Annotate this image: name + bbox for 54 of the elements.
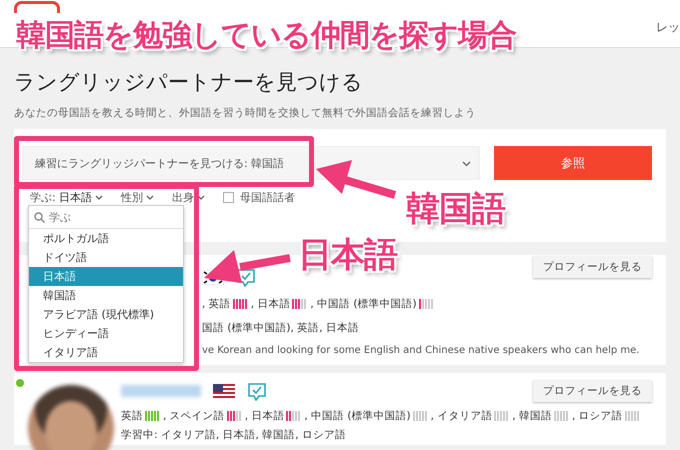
- language-name: , 日本語: [250, 297, 290, 311]
- profile-intro: ve Korean and looking for some English and Chinese native speakers who can help me.: [202, 345, 640, 356]
- browse-button[interactable]: 参照: [494, 146, 652, 180]
- language-name: , 中国語 (標準中国語): [310, 297, 417, 311]
- chevron-down-icon: [197, 194, 206, 201]
- view-profile-button[interactable]: プロフィールを見る: [533, 256, 652, 278]
- chevron-down-icon: [462, 160, 471, 166]
- chevron-down-icon: [95, 194, 104, 201]
- chat-check-icon: [236, 268, 256, 286]
- language-name: , 韓国語: [512, 409, 552, 423]
- view-profile-button[interactable]: プロフィールを見る: [533, 380, 652, 402]
- language-option[interactable]: アラビア語 (現代標準): [29, 305, 183, 324]
- language-name: , 日本語: [244, 409, 284, 423]
- language-name: , イタリア語: [430, 409, 492, 423]
- page-title: ラングリッジパートナーを見つける: [14, 69, 364, 96]
- proficiency-bar: [554, 411, 568, 421]
- proficiency-bar: [624, 411, 639, 421]
- logo-icon[interactable]: [14, 1, 60, 13]
- language-option[interactable]: 韓国語: [29, 286, 183, 305]
- filter-dropdown[interactable]: 出身: [172, 190, 206, 205]
- language-name: 英語: [121, 409, 143, 423]
- filter-dropdown[interactable]: 学ぶ: 日本語: [30, 190, 104, 205]
- learning-languages: 国語 (標準中国語), 英語, 日本語: [202, 321, 360, 335]
- proficiency-bar: [286, 411, 300, 421]
- filter-dropdown[interactable]: 性別: [121, 190, 154, 205]
- annotation-title: 韓国語を勉強している仲間を探す場合: [16, 17, 516, 55]
- checkbox-label: 母国語話者: [240, 190, 296, 205]
- usa-flag-icon: [213, 384, 235, 398]
- annotation-label: 韓国語: [406, 188, 505, 231]
- annotation-label: 日本語: [298, 234, 397, 277]
- page-subtitle: あなたの母国語を教える時間と、外国語を習う時間を交換して無料で外国語会話を練習しよう: [14, 106, 477, 120]
- language-name: , ロシア語: [572, 409, 623, 423]
- language-option[interactable]: イタリア語: [29, 343, 183, 362]
- language-select[interactable]: 練習にラングリッジパートナーを見つける: 韓国語: [22, 146, 480, 180]
- nav-link[interactable]: レッ: [656, 19, 680, 36]
- proficiency-bar: [226, 411, 241, 421]
- proficiency-bar: [232, 299, 247, 309]
- proficiency-bar: [418, 299, 433, 309]
- proficiency-bar: [145, 411, 159, 421]
- language-option[interactable]: ヒンディー語: [29, 324, 183, 343]
- language-name: , 中国語 (標準中国語): [304, 409, 411, 423]
- language-option[interactable]: ポルトガル語: [29, 229, 183, 248]
- proficiency-bar: [292, 299, 306, 309]
- language-name: , スペイン語: [163, 409, 225, 423]
- proficiency-bar: [412, 411, 427, 421]
- language-option[interactable]: ドイツ語: [29, 248, 183, 267]
- learning-languages: 学習中: イタリア語, 日本語, 韓国語, ロシア語: [121, 428, 347, 442]
- proficiency-bar: [494, 411, 508, 421]
- search-field[interactable]: 学ぶ: [49, 210, 149, 224]
- chevron-down-icon: [146, 194, 154, 201]
- language-name: , 英語: [202, 297, 231, 311]
- search-icon: [34, 212, 45, 222]
- chat-check-icon: [247, 382, 267, 400]
- checkbox[interactable]: [223, 192, 234, 203]
